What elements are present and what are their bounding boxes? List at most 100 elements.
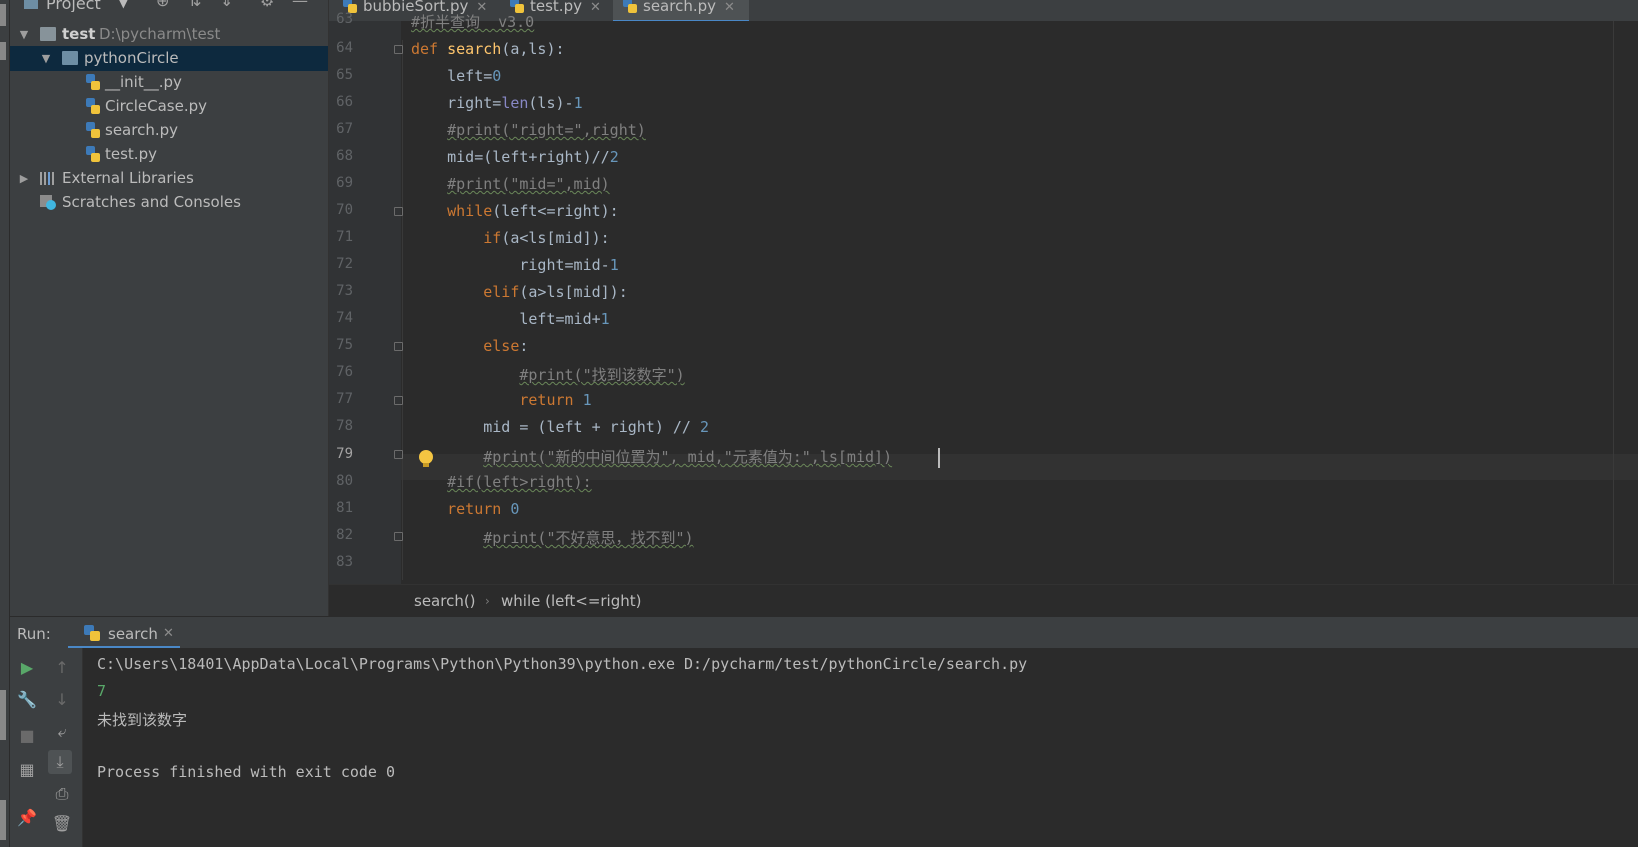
line-number: 71: [336, 229, 353, 245]
fold-marker[interactable]: [394, 207, 403, 216]
chevron-down-icon[interactable]: ▼: [40, 46, 52, 71]
code-line: else:: [483, 337, 529, 355]
code-line: elif(a>ls[mid]):: [483, 283, 628, 301]
console-line: C:\Users\18401\AppData\Local\Programs\Py…: [97, 655, 1028, 673]
print-icon[interactable]: ⎙: [50, 784, 74, 804]
tree-item-init[interactable]: __init__.py: [10, 70, 328, 95]
run-panel-header: Run: search ✕: [10, 616, 1638, 649]
line-number: 76: [336, 364, 353, 380]
run-console[interactable]: [83, 648, 1638, 847]
code-line: #print("right=",right): [447, 121, 646, 139]
expand-all-icon[interactable]: ⇅: [188, 0, 201, 10]
chevron-right-icon[interactable]: ▶: [18, 166, 30, 191]
python-run-icon: [84, 625, 100, 641]
fold-marker[interactable]: [394, 532, 403, 541]
line-number: 73: [336, 283, 353, 299]
run-label: Run:: [17, 625, 51, 643]
bookmarks-tool-tab[interactable]: [0, 690, 6, 740]
package-folder-icon: [62, 51, 78, 65]
arrow-up-icon[interactable]: ↑: [50, 658, 74, 677]
line-number: 63: [336, 11, 353, 27]
code-line: right=len(ls)-1: [411, 94, 583, 112]
scroll-to-end-icon[interactable]: ⤓: [48, 750, 72, 774]
line-number: 78: [336, 418, 353, 434]
tree-item-label: Scratches and Consoles: [62, 193, 241, 211]
python-file-icon: [86, 74, 100, 90]
tree-item-label: __init__.py: [105, 73, 182, 91]
fold-marker[interactable]: [394, 396, 403, 405]
run-toolbar-right: ↑ ↓ ⤶ ⤓ ⎙ 🗑: [44, 648, 83, 847]
gear-icon[interactable]: ⚙: [260, 0, 274, 10]
run-toolbar-left: ▶ 🔧 ■ ▦ 📌: [10, 648, 44, 847]
line-number: 70: [336, 202, 353, 218]
tab-label: search.py: [643, 0, 716, 15]
code-line: #if(left>right):: [447, 473, 592, 491]
breadcrumb: search() › while (left<=right): [329, 584, 1638, 617]
line-number: 68: [336, 148, 353, 164]
python-file-icon: [86, 146, 100, 162]
line-number: 69: [336, 175, 353, 191]
soft-wrap-icon[interactable]: ⤶: [50, 722, 74, 742]
wrench-icon[interactable]: 🔧: [15, 690, 39, 709]
scratches-icon: [40, 195, 56, 210]
breadcrumb-item[interactable]: while (left<=right): [501, 592, 642, 610]
console-line: 7: [97, 682, 107, 700]
project-header: Project ▼ ⊕ ⇅ ⇕ ⚙ —: [10, 0, 328, 12]
line-number: 82: [336, 527, 353, 543]
collapse-all-icon[interactable]: ⇕: [220, 0, 233, 10]
line-number: 66: [336, 94, 353, 110]
console-line: Process finished with exit code 0: [97, 763, 396, 781]
favorites-tool-tab[interactable]: [0, 800, 6, 840]
tree-item-testpy[interactable]: test.py: [10, 142, 328, 167]
line-number: 67: [336, 121, 353, 137]
tree-item-circlecase[interactable]: CircleCase.py: [10, 94, 328, 119]
code-line: #print("找到该数字"): [519, 366, 685, 384]
rerun-icon[interactable]: ▶: [15, 658, 39, 677]
code-line: left=0: [411, 67, 502, 85]
close-icon[interactable]: ✕: [724, 0, 735, 15]
code-line: right=mid-1: [411, 256, 619, 274]
run-tab-search[interactable]: search ✕: [68, 617, 180, 649]
layout-icon[interactable]: ▦: [15, 760, 39, 779]
line-number: 72: [336, 256, 353, 272]
tree-item-pythoncircle[interactable]: ▼ pythonCircle: [10, 46, 328, 71]
locate-icon[interactable]: ⊕: [156, 0, 169, 10]
tree-item-external-libraries[interactable]: ▶ External Libraries: [10, 166, 328, 191]
code-line: #折半查询 v3.0: [411, 13, 535, 31]
tree-item-search[interactable]: search.py: [10, 118, 328, 143]
tree-item-label: test.py: [105, 145, 157, 163]
tree-item-label: pythonCircle: [84, 49, 179, 67]
code-line: mid=(left+right)//2: [411, 148, 619, 166]
minimize-icon[interactable]: —: [292, 0, 308, 10]
arrow-down-icon[interactable]: ↓: [50, 690, 74, 709]
code-editor[interactable]: [401, 21, 1638, 584]
tree-item-label: CircleCase.py: [105, 97, 207, 115]
trash-icon[interactable]: 🗑: [50, 814, 74, 833]
breadcrumb-item[interactable]: search(): [414, 592, 476, 610]
close-icon[interactable]: ✕: [590, 0, 601, 15]
tree-item-test[interactable]: ▼ test D:\pycharm\test: [10, 22, 328, 47]
indent-guide: [402, 40, 403, 580]
tree-item-scratches[interactable]: Scratches and Consoles: [10, 190, 328, 215]
close-icon[interactable]: ✕: [163, 626, 174, 641]
fold-marker[interactable]: [394, 45, 403, 54]
chevron-down-icon[interactable]: ▼: [18, 22, 30, 47]
code-line: mid = (left + right) // 2: [411, 418, 710, 436]
tab-searchpy[interactable]: search.py ✕: [613, 0, 749, 23]
project-tool-tab[interactable]: [0, 4, 6, 26]
fold-marker[interactable]: [394, 450, 403, 459]
left-tool-strip: [0, 0, 10, 847]
chevron-down-icon[interactable]: ▼: [119, 0, 128, 10]
line-number: 81: [336, 500, 353, 516]
tree-item-label: test: [62, 25, 96, 43]
python-file-icon: [86, 98, 100, 114]
code-line: #print("新的中间位置为", mid,"元素值为:",ls[mid]): [483, 448, 893, 466]
pin-icon[interactable]: 📌: [15, 808, 39, 827]
tab-label: test.py: [530, 0, 582, 15]
fold-marker[interactable]: [394, 342, 403, 351]
line-number: 65: [336, 67, 353, 83]
project-title[interactable]: Project: [46, 0, 101, 12]
structure-tool-tab[interactable]: [0, 42, 6, 60]
stop-icon[interactable]: ■: [15, 726, 39, 745]
line-number: 83: [336, 554, 353, 570]
